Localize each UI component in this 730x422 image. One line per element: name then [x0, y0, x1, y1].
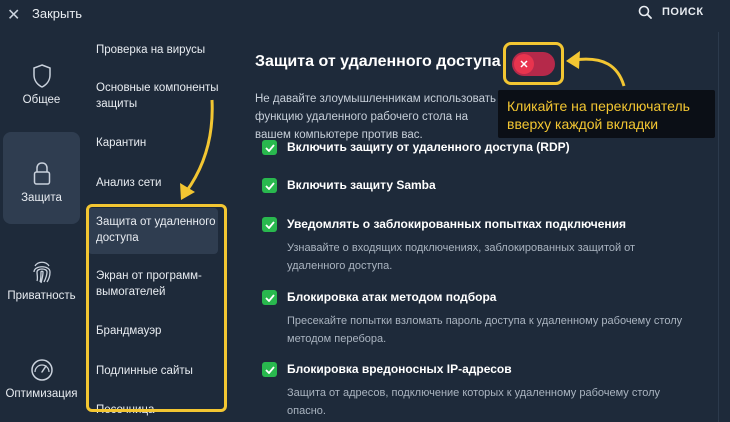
category-label: Защита: [21, 192, 62, 204]
subnav-item-sandbox[interactable]: Песочница: [88, 402, 221, 418]
tooltip-line: Кликайте на переключатель: [507, 98, 690, 114]
tooltip-callout: Кликайте на переключатель вверху каждой …: [498, 90, 715, 138]
main-panel: Защита от удаленного доступа Не давайте …: [240, 28, 718, 422]
scrollbar-track[interactable]: [718, 32, 719, 422]
subnav: Проверка на вирусы Основные компоненты з…: [84, 28, 230, 422]
top-bar: ✕ Закрыть ПОИСК: [0, 0, 730, 28]
option-checkbox[interactable]: [262, 290, 277, 305]
check-icon: [264, 293, 275, 302]
category-label: Приватность: [7, 290, 76, 302]
category-nav: Общее Защита Приватность Оптимизация: [0, 28, 84, 422]
close-button[interactable]: Закрыть: [32, 6, 82, 21]
option-checkbox[interactable]: [262, 140, 277, 155]
search-icon: [638, 5, 652, 19]
toggle-highlight-box: [503, 42, 564, 85]
speedometer-icon: [30, 359, 53, 381]
subnav-item-quarantine[interactable]: Карантин: [88, 135, 221, 151]
subnav-item-core-shields[interactable]: Основные компоненты защиты: [88, 80, 221, 112]
fingerprint-icon: [32, 261, 51, 284]
option-label: Включить защиту Samba: [287, 178, 436, 192]
page-description: Не давайте злоумышленникам использовать …: [255, 93, 496, 141]
lock-icon: [33, 162, 50, 185]
option-checkbox[interactable]: [262, 178, 277, 193]
category-label: Оптимизация: [5, 388, 78, 400]
check-icon: [264, 220, 275, 229]
check-icon: [264, 365, 275, 374]
category-protection[interactable]: Защита: [3, 132, 80, 224]
option-checkbox[interactable]: [262, 362, 277, 377]
search-button[interactable]: ПОИСК: [638, 5, 704, 19]
option-label: Блокировка атак методом подбора: [287, 290, 497, 304]
subnav-item-network-inspector[interactable]: Анализ сети: [88, 175, 221, 191]
subnav-item-real-site[interactable]: Подлинные сайты: [88, 363, 221, 379]
check-icon: [264, 143, 275, 152]
option-description: Пресекайте попытки взломать пароль досту…: [287, 315, 683, 345]
option-description: Узнавайте о входящих подключениях, забло…: [287, 242, 636, 272]
option-label: Включить защиту от удаленного доступа (R…: [287, 140, 570, 154]
subnav-item-ransomware-shield[interactable]: Экран от программ-вымогателей: [88, 268, 221, 300]
close-icon[interactable]: ✕: [7, 5, 20, 25]
option-description: Защита от адресов, подключение которых к…: [287, 387, 661, 417]
subnav-item-virus-scan[interactable]: Проверка на вирусы: [88, 42, 221, 58]
tooltip-line: вверху каждой вкладки: [507, 116, 659, 132]
shield-icon: [32, 64, 51, 88]
page-title: Защита от удаленного доступа: [255, 53, 501, 70]
category-privacy[interactable]: Приватность: [3, 230, 80, 322]
subnav-item-firewall[interactable]: Брандмауэр: [88, 323, 221, 339]
category-general[interactable]: Общее: [3, 34, 80, 126]
option-label: Блокировка вредоносных IP-адресов: [287, 362, 512, 376]
check-icon: [264, 181, 275, 190]
shield-toggle[interactable]: [512, 52, 555, 76]
toggle-knob: [514, 54, 534, 74]
category-label: Общее: [22, 94, 61, 106]
option-label: Уведомлять о заблокированных попытках по…: [287, 217, 627, 231]
close-icon: [520, 60, 528, 68]
subnav-item-remote-access-shield[interactable]: Защита от удаленного доступа: [88, 208, 218, 254]
category-optimization[interactable]: Оптимизация: [3, 328, 80, 420]
option-checkbox[interactable]: [262, 217, 277, 232]
search-label: ПОИСК: [662, 6, 704, 18]
